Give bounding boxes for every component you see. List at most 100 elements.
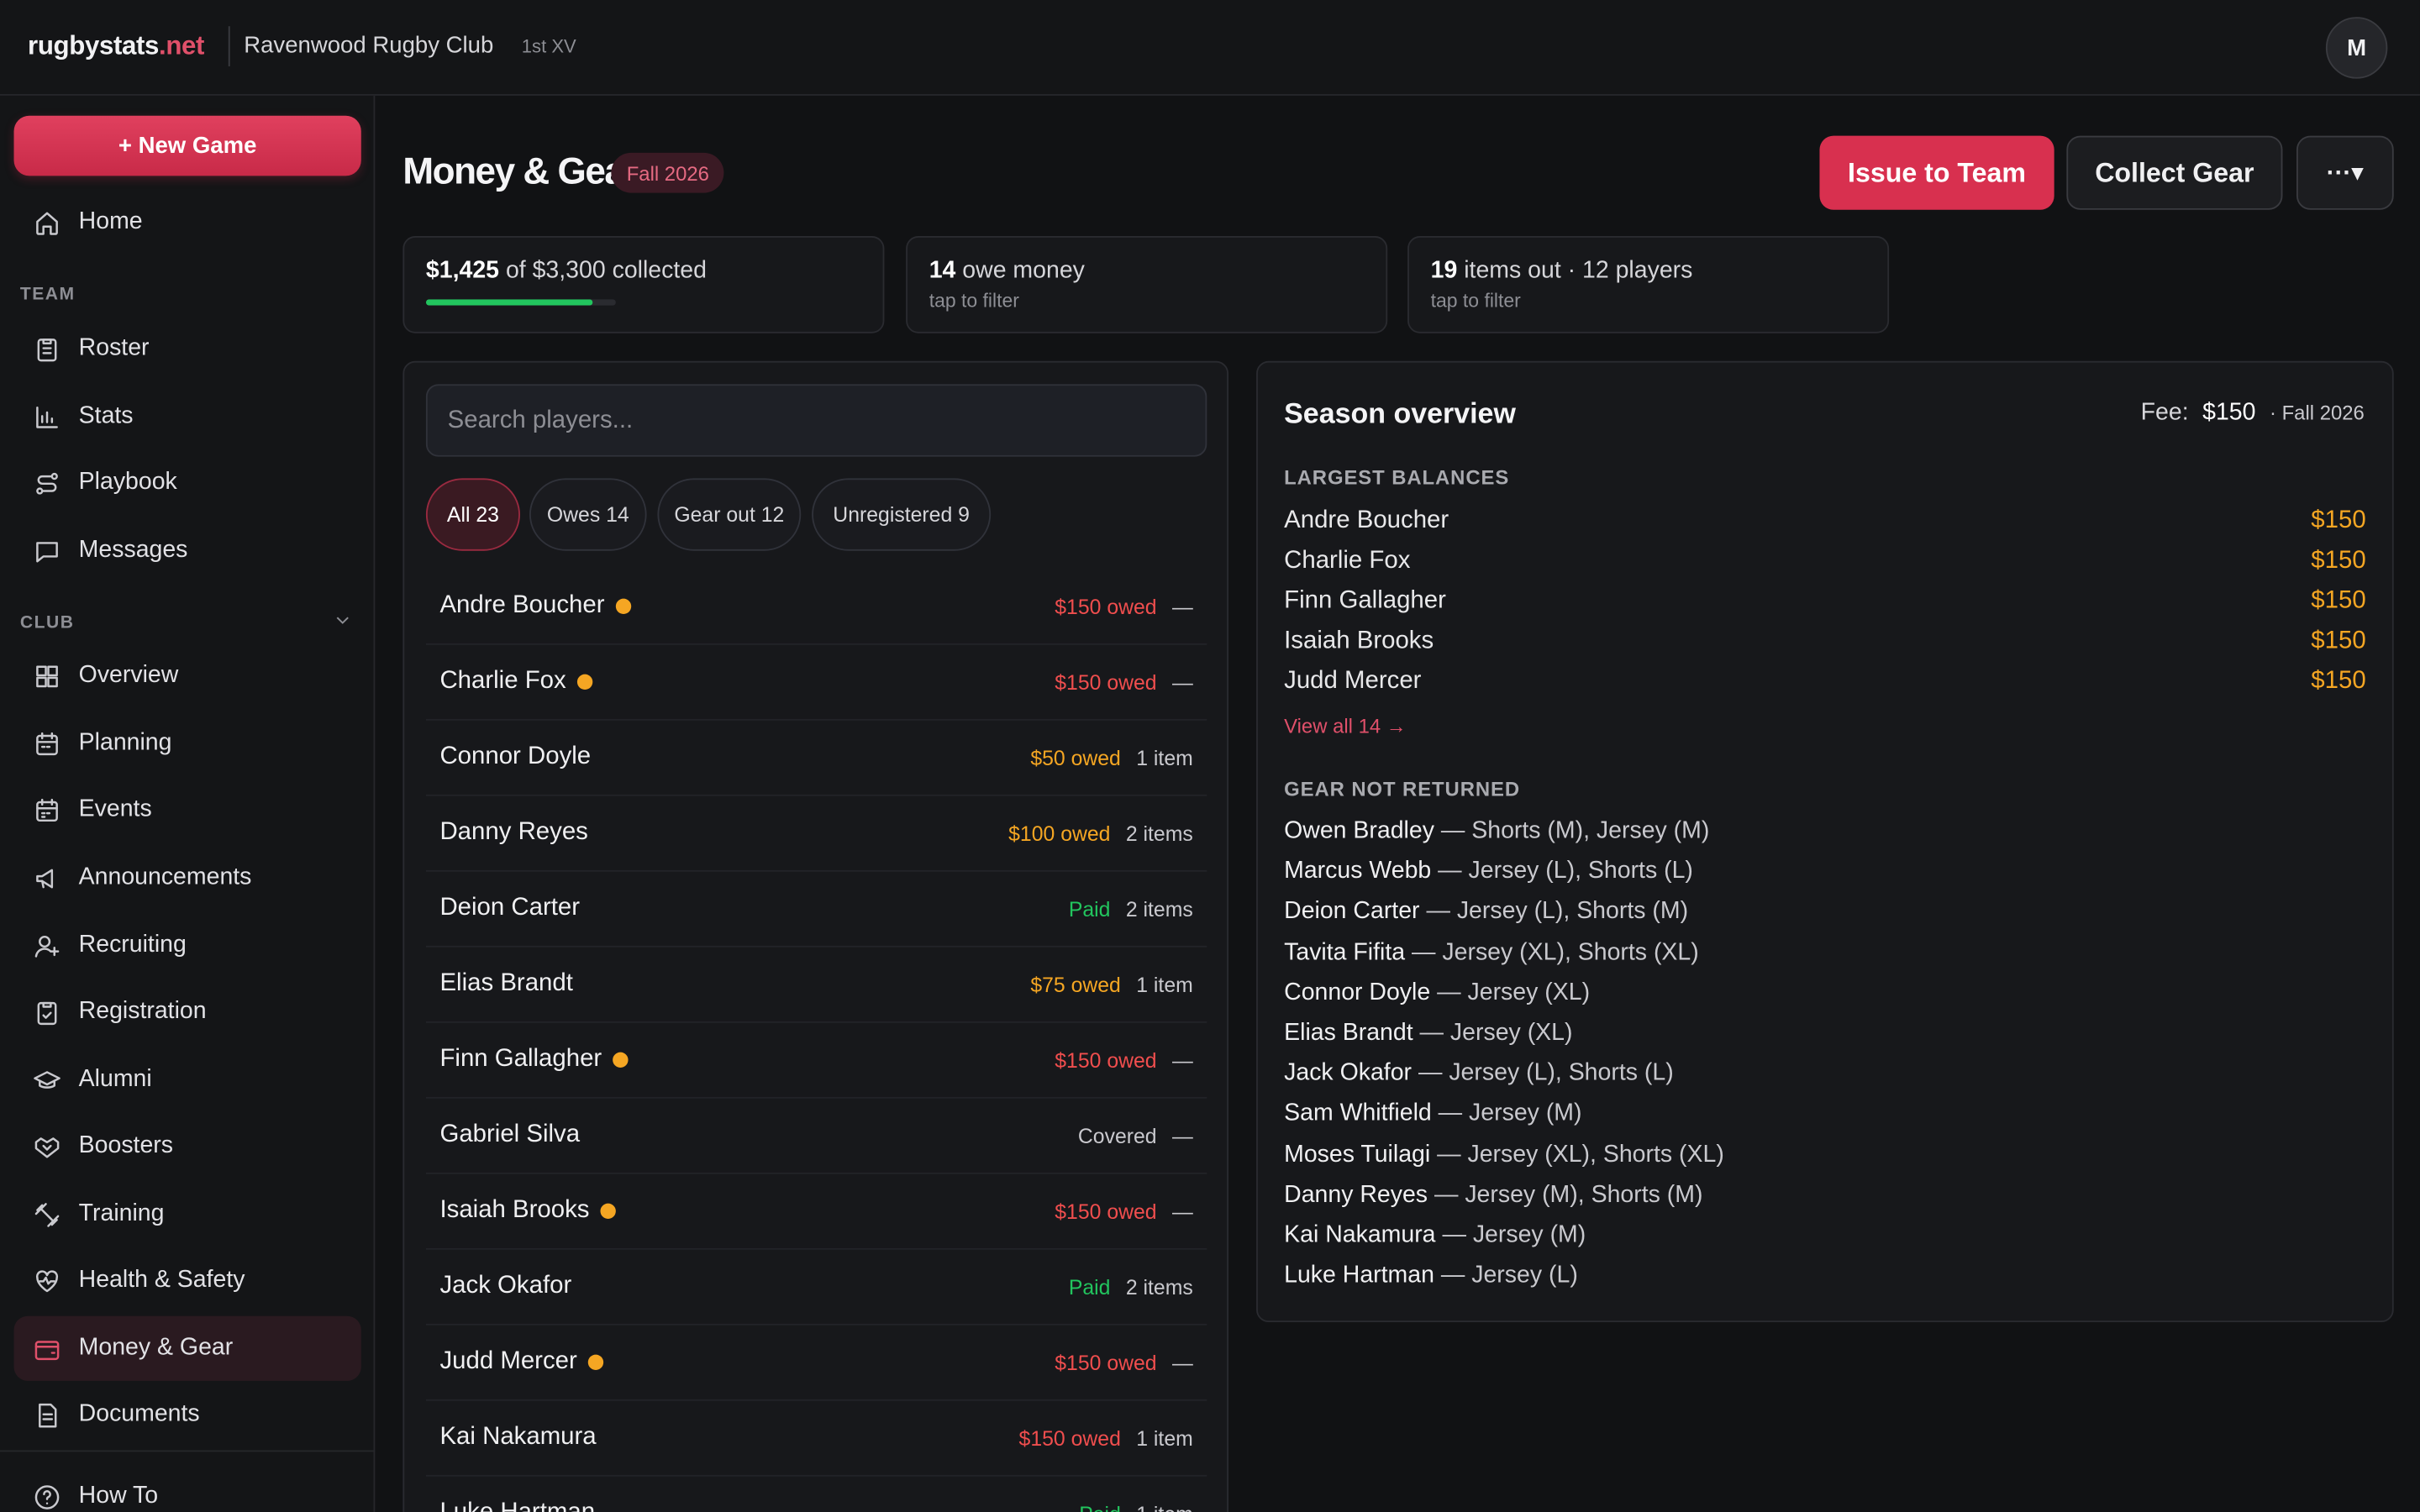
gear-row[interactable]: Deion Carter — Jersey (L), Shorts (M) xyxy=(1284,899,1688,927)
player-row[interactable]: Gabriel Silva Covered — xyxy=(425,1099,1207,1174)
sidebar-item-label: Stats xyxy=(78,402,134,429)
collect-gear-button[interactable]: Collect Gear xyxy=(2066,135,2283,210)
player-row[interactable]: Charlie Fox $150 owed — xyxy=(425,645,1207,721)
player-row[interactable]: Connor Doyle $50 owed 1 item xyxy=(425,721,1207,796)
gear-player-name: Elias Brandt xyxy=(1284,1020,1413,1047)
sidebar-item-playbook[interactable]: Playbook xyxy=(14,450,361,515)
gear-row[interactable]: Danny Reyes — Jersey (M), Shorts (M) xyxy=(1284,1182,1702,1210)
calendar-icon xyxy=(31,795,62,826)
filter-chip-gear-out[interactable]: Gear out 12 xyxy=(657,478,802,551)
gear-row[interactable]: Jack Okafor — Jersey (L), Shorts (L) xyxy=(1284,1060,1674,1088)
sidebar-item-alumni[interactable]: Alumni xyxy=(14,1047,361,1112)
player-row[interactable]: Finn Gallagher $150 owed — xyxy=(425,1023,1207,1099)
balance-row[interactable]: Finn Gallagher $150 xyxy=(1284,581,2366,622)
sidebar-item-health-safety[interactable]: Health & Safety xyxy=(14,1248,361,1313)
gear-row[interactable]: Tavita Fifita — Jersey (XL), Shorts (XL) xyxy=(1284,939,1699,967)
sidebar-item-events[interactable]: Events xyxy=(14,778,361,843)
player-name: Charlie Fox xyxy=(439,668,566,695)
sidebar-item-messages[interactable]: Messages xyxy=(14,518,361,583)
sidebar-item-planning[interactable]: Planning xyxy=(14,711,361,776)
balance-row[interactable]: Isaiah Brooks $150 xyxy=(1284,622,2366,662)
player-name-cell: Gabriel Silva xyxy=(439,1121,580,1149)
gear-player-name: Deion Carter xyxy=(1284,898,1420,925)
balance-row[interactable]: Andre Boucher $150 xyxy=(1284,501,2366,542)
user-avatar[interactable]: M xyxy=(2325,17,2388,79)
gear-row[interactable]: Luke Hartman — Jersey (L) xyxy=(1284,1263,1578,1290)
issue-to-team-button[interactable]: Issue to Team xyxy=(1819,135,2054,210)
clipboard-icon xyxy=(31,333,62,365)
player-status-cell: Covered — xyxy=(1078,1124,1193,1147)
player-row[interactable]: Kai Nakamura $150 owed 1 item xyxy=(425,1401,1207,1477)
owe-money-card[interactable]: 14 owe money tap to filter xyxy=(906,236,1388,333)
player-name-cell: Danny Reyes xyxy=(439,819,587,847)
gear-count: — xyxy=(1171,1351,1193,1374)
filter-chip-all[interactable]: All 23 xyxy=(425,478,520,551)
gear-row[interactable]: Connor Doyle — Jersey (XL) xyxy=(1284,979,1590,1007)
player-name: Luke Hartman xyxy=(439,1499,595,1512)
player-row[interactable]: Deion Carter Paid 2 items xyxy=(425,872,1207,948)
sidebar-item-how-to[interactable]: How To xyxy=(14,1464,361,1512)
gear-player-name: Jack Okafor xyxy=(1284,1060,1413,1087)
player-row[interactable]: Isaiah Brooks $150 owed — xyxy=(425,1174,1207,1250)
player-row[interactable]: Danny Reyes $100 owed 2 items xyxy=(425,796,1207,872)
chevron-down-icon[interactable] xyxy=(332,609,354,631)
balance-amount: $150 xyxy=(2311,627,2366,654)
more-actions-button[interactable]: ···▾ xyxy=(2296,135,2394,210)
gear-player-name: Danny Reyes xyxy=(1284,1181,1428,1208)
sidebar-item-training[interactable]: Training xyxy=(14,1182,361,1247)
gear-row[interactable]: Marcus Webb — Jersey (L), Shorts (L) xyxy=(1284,858,1693,886)
sidebar-item-roster[interactable]: Roster xyxy=(14,317,361,381)
calendar-icon xyxy=(31,728,62,759)
player-status-cell: $150 owed — xyxy=(1055,670,1192,694)
player-row[interactable]: Judd Mercer $150 owed — xyxy=(425,1326,1207,1401)
items-count: 19 xyxy=(1430,257,1458,284)
dumbbell-icon xyxy=(31,1199,62,1230)
balance-row[interactable]: Judd Mercer $150 xyxy=(1284,662,2366,702)
collected-rest: of $3,300 collected xyxy=(505,257,707,284)
sidebar-item-announcements[interactable]: Announcements xyxy=(14,846,361,911)
sidebar-item-documents[interactable]: Documents xyxy=(14,1383,361,1447)
owe-count: 14 xyxy=(929,257,956,284)
new-game-button[interactable]: + New Game xyxy=(13,115,361,176)
gear-items: — Jersey (M) xyxy=(1435,1221,1586,1248)
gear-row[interactable]: Owen Bradley — Shorts (M), Jersey (M) xyxy=(1284,817,1709,845)
sidebar-item-boosters[interactable]: Boosters xyxy=(14,1114,361,1179)
player-row[interactable]: Jack Okafor Paid 2 items xyxy=(425,1250,1207,1326)
bar-chart-icon xyxy=(31,402,62,433)
player-row[interactable]: Luke Hartman Paid 1 item xyxy=(426,1477,1207,1512)
filter-chip-unregistered[interactable]: Unregistered 9 xyxy=(812,478,992,551)
items-out-card[interactable]: 19 items out · 12 players tap to filter xyxy=(1407,236,1890,333)
player-row[interactable]: Elias Brandt $75 owed 1 item xyxy=(425,948,1207,1023)
items-text: items out · 12 players xyxy=(1464,257,1693,284)
payment-status: $150 owed xyxy=(1055,595,1157,618)
sidebar-item-registration[interactable]: Registration xyxy=(14,979,361,1044)
gear-row[interactable]: Kai Nakamura — Jersey (M) xyxy=(1284,1222,1586,1250)
player-row[interactable]: Andre Boucher $150 owed — xyxy=(425,570,1207,645)
player-name: Finn Gallagher xyxy=(439,1046,602,1073)
player-name-cell: Finn Gallagher xyxy=(439,1046,629,1074)
season-badge: Fall 2026 xyxy=(611,152,725,193)
player-name-cell: Connor Doyle xyxy=(439,743,591,771)
sidebar-item-stats[interactable]: Stats xyxy=(14,384,361,449)
gear-player-name: Connor Doyle xyxy=(1284,979,1431,1006)
filter-chip-owes[interactable]: Owes 14 xyxy=(529,478,647,551)
player-name-cell: Isaiah Brooks xyxy=(439,1197,616,1225)
brand-logo[interactable]: rugbystats.net xyxy=(28,31,204,62)
gear-row[interactable]: Moses Tuilagi — Jersey (XL), Shorts (XL) xyxy=(1284,1141,1724,1168)
payment-status: Covered xyxy=(1077,1124,1157,1147)
sidebar-item-overview[interactable]: Overview xyxy=(14,643,361,708)
sidebar-item-recruiting[interactable]: Recruiting xyxy=(14,913,361,978)
search-input[interactable] xyxy=(425,384,1207,457)
view-all-link[interactable]: View all 14 → xyxy=(1284,714,1407,738)
top-bar: rugbystats.net Ravenwood Rugby Club 1st … xyxy=(0,0,2420,96)
handshake-icon xyxy=(31,1131,62,1162)
sidebar-item-money-gear[interactable]: Money & Gear xyxy=(13,1315,361,1381)
gear-row[interactable]: Sam Whitfield — Jersey (M) xyxy=(1284,1100,1581,1128)
player-status-cell: $150 owed — xyxy=(1055,595,1192,618)
balance-row[interactable]: Charlie Fox $150 xyxy=(1284,542,2366,582)
gear-items: — Jersey (M), Shorts (M) xyxy=(1428,1181,1703,1208)
gear-count: — xyxy=(1171,1124,1193,1147)
brand-main: rugbystats xyxy=(28,30,160,60)
gear-row[interactable]: Elias Brandt — Jersey (XL) xyxy=(1284,1020,1572,1047)
sidebar-item-home[interactable]: Home xyxy=(14,190,361,255)
